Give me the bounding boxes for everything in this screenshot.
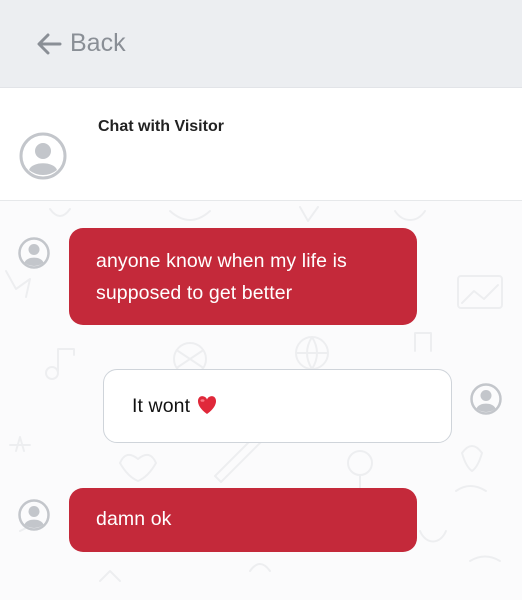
arrow-left-icon <box>37 33 62 54</box>
chat-header: Chat with Visitor <box>0 88 522 201</box>
chat-title: Chat with Visitor <box>98 118 224 135</box>
top-nav-bar: Back <box>0 0 522 88</box>
message-bubble-incoming: damn ok <box>69 488 417 552</box>
user-avatar-icon <box>19 132 67 180</box>
visitor-avatar-icon <box>18 237 50 269</box>
message-text: damn ok <box>96 508 172 530</box>
message-text: It wont <box>132 395 191 417</box>
message-text: anyone know when my life is supposed to … <box>96 250 347 304</box>
back-button[interactable]: Back <box>36 29 126 58</box>
visitor-avatar-icon <box>18 499 50 531</box>
back-label: Back <box>70 29 126 57</box>
message-list[interactable]: anyone know when my life is supposed to … <box>0 201 522 600</box>
message-bubble-outgoing: It wont <box>103 369 452 443</box>
agent-avatar-icon <box>470 383 502 415</box>
chat-screen: Back Chat with Visitor anyone know when … <box>0 0 522 600</box>
message-bubble-incoming: anyone know when my life is supposed to … <box>69 228 417 325</box>
red-heart-icon <box>198 396 217 414</box>
